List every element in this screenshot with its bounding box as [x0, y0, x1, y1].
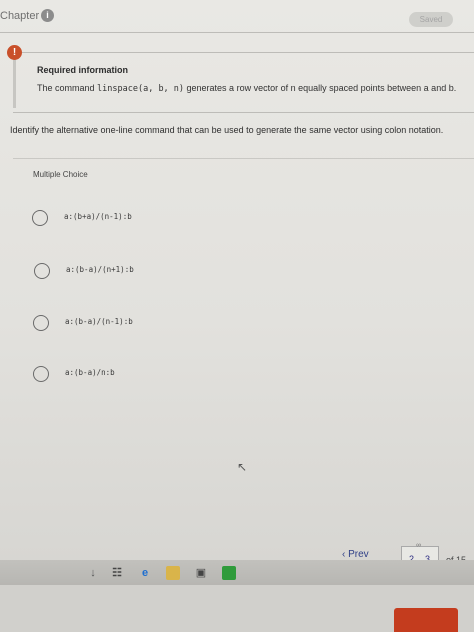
choice-label[interactable]: a:(b-a)/(n-1):b [65, 317, 133, 326]
task-view-icon[interactable]: ☷ [110, 566, 124, 580]
prev-button[interactable]: ‹ Prev [342, 549, 369, 560]
required-info-text: The command linspace(a, b, n) generates … [37, 83, 456, 94]
info-bottom-divider [13, 112, 474, 113]
mouse-cursor-icon: ↖ [237, 460, 248, 474]
choice-label[interactable]: a:(b-a)/n:b [65, 368, 115, 377]
taskbar [0, 560, 474, 585]
multiple-choice-label: Multiple Choice [33, 170, 88, 179]
radio-button[interactable] [33, 366, 49, 382]
browser-screen: Chapter 2 i Saved ! Required information… [0, 0, 474, 585]
choices-divider [13, 158, 474, 159]
file-explorer-icon[interactable] [166, 566, 180, 580]
choice-label[interactable]: a:(b-a)/(n+1):b [66, 265, 134, 274]
saved-button[interactable]: Saved [409, 12, 453, 27]
linspace-code: linspace(a, b, n) [97, 84, 185, 94]
link-icon: ∞ [416, 542, 421, 549]
edge-icon[interactable]: e [138, 566, 152, 580]
required-text-after: generates a row vector of n equally spac… [184, 83, 457, 93]
alert-icon: ! [7, 45, 22, 60]
required-info-box [13, 52, 468, 108]
radio-button[interactable] [33, 315, 49, 331]
info-icon[interactable]: i [41, 9, 54, 22]
question-text: Identify the alternative one-line comman… [10, 125, 444, 135]
download-icon[interactable]: ↓ [86, 566, 100, 580]
radio-button[interactable] [34, 263, 50, 279]
store-icon[interactable]: ▣ [194, 566, 208, 580]
header-divider [0, 32, 474, 33]
required-text-before: The command [37, 83, 98, 93]
dell-logo [394, 608, 458, 632]
app-icon[interactable] [222, 566, 236, 580]
required-info-title: Required information [37, 65, 129, 75]
assignment-header: Chapter 2 i Saved [0, 0, 474, 32]
choice-label[interactable]: a:(b+a)/(n-1):b [64, 212, 132, 221]
radio-button[interactable] [32, 210, 48, 226]
